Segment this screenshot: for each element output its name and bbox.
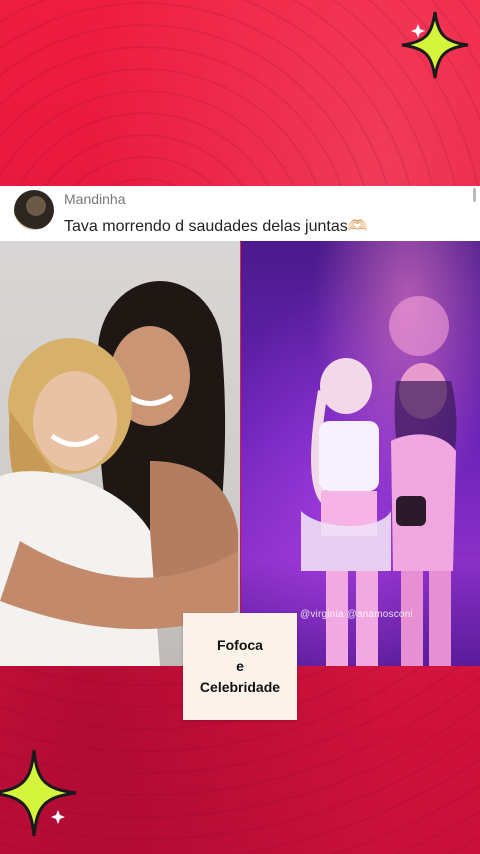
label-line-3: Celebridade xyxy=(199,679,281,695)
photo-left-illustration xyxy=(0,281,238,666)
sparkle-icon-bottom xyxy=(0,749,77,837)
photo-left xyxy=(0,241,240,666)
avatar[interactable] xyxy=(14,190,54,230)
comment-text: Tava morrendo d saudades delas juntas🫶🏻 xyxy=(64,218,368,235)
label-line-1: Fofoca xyxy=(217,637,263,653)
sparkle-icon-top xyxy=(401,11,469,79)
comment-card[interactable]: Mandinha Tava morrendo d saudades delas … xyxy=(0,186,480,241)
channel-label: Fofoca e Celebridade xyxy=(183,613,297,720)
comment-username[interactable]: Mandinha xyxy=(64,191,126,207)
photo-tag[interactable]: @virginia @anamosconi xyxy=(300,609,413,620)
photo-right xyxy=(241,241,480,666)
label-line-2: e xyxy=(236,658,244,674)
photo-right-illustration xyxy=(301,296,457,666)
scrollbar[interactable] xyxy=(473,188,476,202)
